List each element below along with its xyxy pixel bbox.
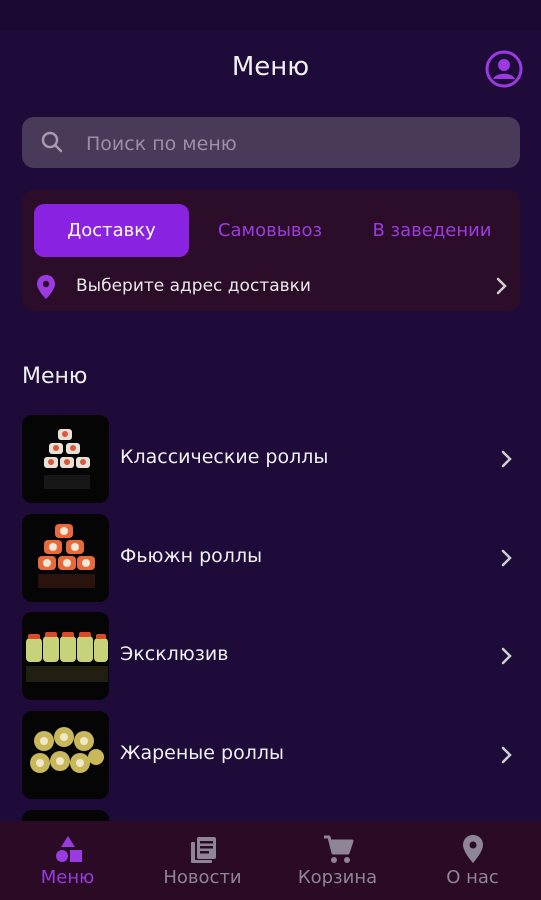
chevron-right-icon	[501, 746, 512, 764]
search-icon	[41, 131, 63, 153]
nav-news[interactable]: Новости	[135, 821, 270, 900]
menu-category-classic-rolls[interactable]: Классические роллы	[22, 415, 520, 503]
menu-section-title: Меню	[22, 364, 88, 389]
menu-category-exclusive[interactable]: Эксклюзив	[22, 612, 520, 700]
category-image	[22, 612, 109, 700]
bottom-navigation: Меню Новости Корзина О нас	[0, 821, 541, 900]
location-pin-icon	[463, 835, 483, 863]
news-icon	[191, 837, 216, 863]
nav-label: Корзина	[297, 867, 378, 888]
search-input[interactable]	[84, 117, 508, 170]
address-prompt: Выберите адрес доставки	[76, 276, 311, 296]
chevron-right-icon	[501, 450, 512, 468]
nav-label: Меню	[40, 867, 95, 888]
nav-about[interactable]: О нас	[405, 821, 540, 900]
menu-item-label: Классические роллы	[120, 446, 329, 468]
account-circle-icon	[485, 50, 523, 88]
status-bar	[0, 0, 541, 30]
cart-icon	[324, 835, 354, 863]
nav-label: Новости	[163, 867, 242, 888]
menu-item-label: Фьюжн роллы	[120, 545, 263, 567]
shapes-icon	[56, 836, 82, 862]
delivery-mode-card: Доставку Самовывоз В заведении Выберите …	[22, 190, 520, 311]
address-selector[interactable]: Выберите адрес доставки	[34, 272, 509, 302]
chevron-right-icon	[501, 549, 512, 567]
menu-category-fried-rolls[interactable]: Жареные роллы	[22, 711, 520, 799]
category-image	[22, 810, 109, 821]
category-image	[22, 711, 109, 799]
menu-item-label: Эксклюзив	[120, 643, 229, 665]
category-image	[22, 514, 109, 602]
category-image	[22, 415, 109, 503]
location-pin-icon	[37, 275, 55, 299]
nav-label: О нас	[446, 867, 499, 888]
tab-pickup[interactable]: Самовывоз	[205, 204, 335, 257]
menu-category-partial[interactable]	[22, 810, 520, 821]
menu-item-label: Жареные роллы	[120, 742, 284, 764]
profile-button[interactable]	[485, 50, 523, 88]
tab-delivery[interactable]: Доставку	[34, 204, 189, 257]
chevron-right-icon	[501, 647, 512, 665]
nav-menu[interactable]: Меню	[0, 821, 135, 900]
nav-cart[interactable]: Корзина	[270, 821, 405, 900]
chevron-right-icon	[496, 277, 507, 295]
menu-category-fusion-rolls[interactable]: Фьюжн роллы	[22, 514, 520, 602]
page-title: Меню	[231, 52, 310, 82]
app-header: Меню	[0, 30, 541, 110]
search-bar[interactable]	[22, 117, 520, 170]
tab-in-venue[interactable]: В заведении	[362, 204, 502, 257]
